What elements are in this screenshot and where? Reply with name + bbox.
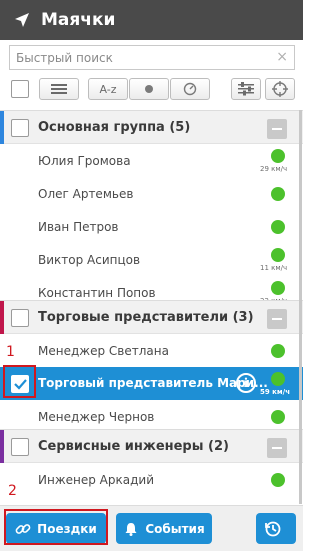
item-label: Олег Артемьев [38, 187, 134, 201]
clear-search-icon[interactable]: × [276, 49, 288, 65]
list-item[interactable]: Менеджер Светлана [0, 334, 303, 367]
online-status-icon [271, 149, 285, 163]
speed-label: 59 км/ч [260, 388, 291, 396]
group-checkbox[interactable] [11, 309, 29, 327]
group-checkbox[interactable] [11, 119, 29, 137]
list-item[interactable]: Виктор Асипцов 11 км/ч [0, 243, 303, 276]
collapse-group-button[interactable] [267, 309, 287, 329]
gauge-icon [183, 82, 197, 96]
list-item[interactable]: Олег Артемьев [0, 177, 303, 210]
item-label: Менеджер Светлана [38, 344, 169, 358]
item-label: Виктор Асипцов [38, 253, 141, 267]
group-main[interactable]: Основная группа (5) [0, 110, 303, 145]
group-color-bar [0, 430, 4, 464]
status-filter-button[interactable] [129, 78, 169, 100]
online-status-icon [271, 344, 285, 358]
item-label: Инженер Аркадий [38, 473, 154, 487]
online-status-icon [271, 248, 285, 262]
list-view-button[interactable] [39, 78, 79, 100]
item-label: Юлия Громова [38, 154, 131, 168]
locate-button[interactable] [265, 78, 295, 100]
search-box: × [9, 45, 295, 70]
group-color-bar [0, 301, 4, 335]
list-item-selected[interactable]: Торговый представитель Мари... i 59 км/ч [0, 367, 303, 400]
bell-icon [125, 522, 137, 536]
group-checkbox[interactable] [11, 438, 29, 456]
list-item[interactable]: Инженер Аркадий [0, 463, 303, 496]
list-icon [51, 84, 67, 94]
online-status-icon [271, 372, 285, 386]
speed-sort-button[interactable] [170, 78, 210, 100]
filter-settings-button[interactable] [231, 78, 261, 100]
search-input[interactable] [10, 50, 260, 65]
group-service[interactable]: Сервисные инженеры (2) [0, 429, 303, 464]
online-status-icon [271, 220, 285, 234]
group-color-bar [0, 111, 4, 145]
events-label: События [145, 521, 205, 536]
history-button[interactable] [256, 513, 296, 544]
online-status-icon [271, 281, 285, 295]
online-status-icon [271, 187, 285, 201]
list-toolbar: A-z [0, 76, 303, 104]
collapse-group-button[interactable] [267, 438, 287, 458]
item-label: Торговый представитель Мари... [38, 376, 268, 390]
select-all-checkbox[interactable] [11, 80, 29, 98]
annotation-box-2 [4, 509, 108, 545]
page-title: Маячки [41, 10, 116, 30]
list-item[interactable]: Юлия Громова 29 км/ч [0, 144, 303, 177]
online-status-icon [271, 410, 285, 424]
item-label: Иван Петров [38, 220, 119, 234]
filter-sliders-icon [238, 82, 254, 96]
sort-az-button[interactable]: A-z [88, 78, 128, 100]
online-status-icon [271, 473, 285, 487]
navigation-arrow-icon [11, 9, 33, 31]
status-dot-icon [145, 85, 153, 93]
item-label: Менеджер Чернов [38, 410, 155, 424]
scrollbar[interactable] [299, 110, 302, 504]
list-item[interactable]: Иван Петров [0, 210, 303, 243]
group-label: Сервисные инженеры (2) [38, 439, 229, 454]
group-label: Торговые представители (3) [38, 310, 254, 325]
annotation-marker-2: 2 [8, 483, 17, 499]
app-header: Маячки [0, 0, 303, 40]
annotation-marker-1: 1 [6, 344, 15, 360]
group-label: Основная группа (5) [38, 120, 191, 135]
speed-label: 29 км/ч [260, 165, 288, 173]
target-icon [272, 81, 288, 97]
history-clock-icon [265, 521, 281, 536]
group-sales[interactable]: Торговые представители (3) [0, 300, 303, 335]
annotation-box-1 [3, 365, 36, 398]
beacon-list: Основная группа (5) Юлия Громова 29 км/ч… [0, 108, 303, 506]
speed-label: 11 км/ч [260, 264, 288, 272]
events-button[interactable]: События [116, 513, 212, 544]
item-label: Константин Попов [38, 286, 156, 300]
collapse-group-button[interactable] [267, 119, 287, 139]
info-icon[interactable]: i [236, 373, 256, 393]
